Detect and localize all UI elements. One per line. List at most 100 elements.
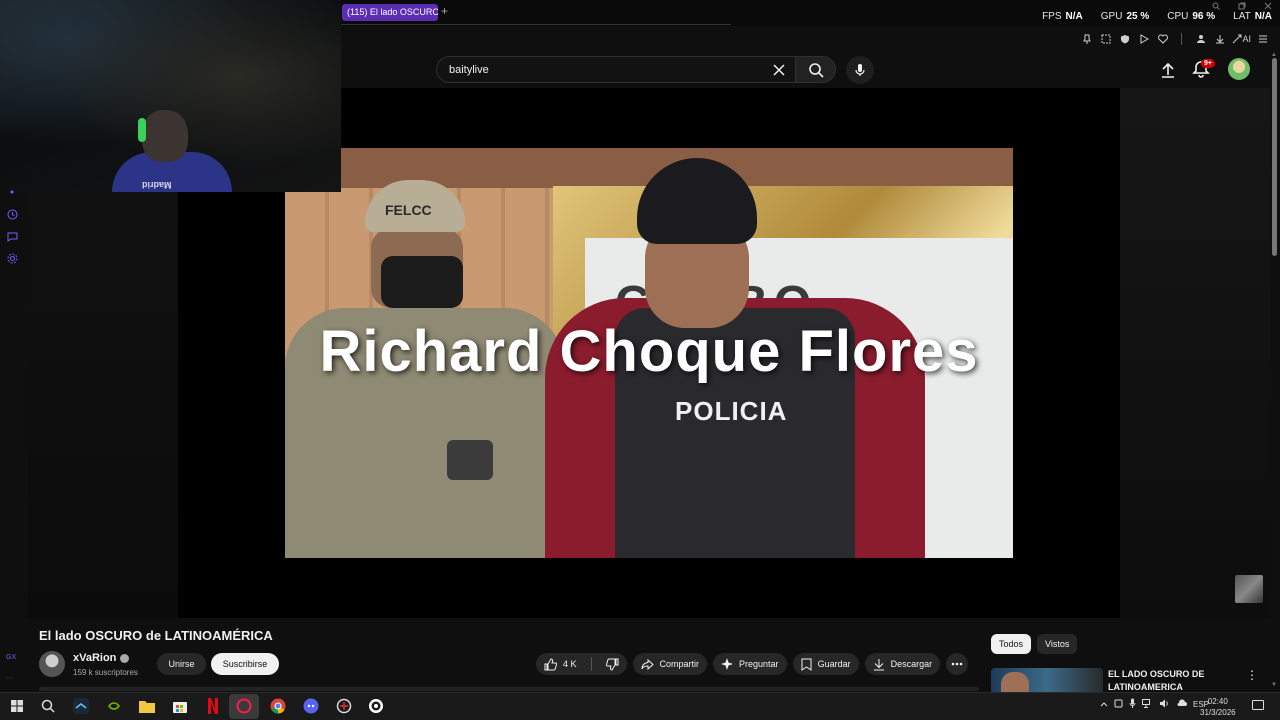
system-tray: ESP (1100, 698, 1209, 710)
fps-readout: FPS N/A (1042, 11, 1083, 22)
screen: Madrid (115) El lado OSCURO d + FPS N/A G… (0, 0, 1280, 720)
file-explorer-icon[interactable] (138, 697, 156, 715)
settings-gear-icon[interactable] (6, 252, 18, 264)
save-label: Guardar (817, 659, 851, 669)
ai-icon[interactable]: AI (1232, 32, 1251, 46)
save-button[interactable]: Guardar (792, 653, 859, 675)
close-window-icon[interactable] (1264, 2, 1272, 13)
rail-dot-icon[interactable] (6, 186, 18, 198)
tray-volume-icon[interactable] (1159, 699, 1170, 710)
taskbar-search-icon[interactable] (39, 697, 57, 715)
discord-icon[interactable] (302, 697, 320, 715)
chip-all[interactable]: Todos (991, 634, 1032, 654)
new-tab-button[interactable]: + (441, 4, 448, 18)
download-button[interactable]: Descargar (864, 653, 941, 675)
notification-count-badge: 9+ (1201, 59, 1215, 68)
tray-mic-icon[interactable] (1129, 698, 1136, 710)
recommendation-filters: Todos Vistos (991, 634, 1078, 654)
channel-name[interactable]: xVaRion (73, 652, 130, 664)
share-button[interactable]: Compartir (632, 653, 708, 675)
scrollbar-thumb[interactable] (1272, 58, 1277, 256)
tray-cloud-icon[interactable] (1176, 699, 1187, 709)
clock-icon[interactable] (6, 208, 18, 220)
profile-icon[interactable] (1194, 32, 1208, 46)
vest-text: POLICIA (675, 396, 788, 426)
officer-mask (381, 256, 463, 308)
thumbs-down-icon (605, 658, 619, 671)
channel-name-text[interactable]: xVaRion (73, 652, 116, 664)
share-icon (641, 658, 654, 670)
heart-icon[interactable] (1156, 32, 1170, 46)
rail-more-icon[interactable]: ··· (6, 675, 16, 682)
restore-window-icon[interactable] (1238, 2, 1246, 13)
subscriber-count: 159 k suscriptores (73, 668, 138, 677)
window-controls (1212, 2, 1272, 13)
opera-gx-icon[interactable] (235, 697, 253, 715)
chip-watched[interactable]: Vistos (1037, 634, 1078, 654)
obs-icon[interactable] (367, 697, 385, 715)
gx-label[interactable]: GX (6, 654, 16, 661)
account-avatar[interactable] (1228, 58, 1250, 80)
search-button[interactable] (796, 56, 836, 83)
pin-icon[interactable] (1080, 32, 1094, 46)
clear-search-icon[interactable] (769, 60, 789, 80)
verified-icon (120, 653, 130, 663)
more-horizontal-icon (951, 662, 963, 666)
chat-icon[interactable] (6, 230, 18, 242)
tab-underline (341, 24, 731, 25)
nvidia-icon[interactable] (105, 697, 123, 715)
like-button[interactable]: 4 K (536, 653, 585, 675)
chrome-icon[interactable] (269, 697, 287, 715)
search-input[interactable] (437, 57, 737, 82)
upload-icon[interactable] (1158, 60, 1178, 80)
tray-app-icon[interactable] (1114, 699, 1123, 710)
recommendation-title[interactable]: EL LADO OSCURO DE LATINOAMERICA (1108, 668, 1238, 694)
video-actions: 4 K Compartir Preguntar Guardar Descarga… (536, 653, 969, 675)
separator-icon (1175, 32, 1189, 46)
recommendation-menu-icon[interactable]: ⋮ (1246, 668, 1258, 682)
clock-date: 31/3/2026 (1200, 708, 1236, 717)
download-arrow-icon (873, 658, 884, 670)
channel-avatar[interactable] (39, 651, 65, 677)
screenshot-icon[interactable] (1099, 32, 1113, 46)
headset-icon (138, 118, 146, 142)
search-icon (808, 62, 824, 78)
thumbs-up-icon (544, 657, 557, 670)
app-icon[interactable] (335, 697, 353, 715)
netflix-icon[interactable] (204, 697, 222, 715)
ask-button[interactable]: Preguntar (713, 653, 787, 675)
more-actions-button[interactable] (946, 653, 969, 675)
video-frame[interactable]: CIA BO FELCC POLICIA Richard Choque Flor… (285, 148, 1013, 558)
ai-label: AI (1242, 34, 1251, 44)
notification-center-icon[interactable] (1252, 700, 1264, 710)
like-count: 4 K (563, 659, 577, 669)
webcam-overlay: Madrid (0, 0, 341, 192)
microphone-icon (855, 64, 865, 76)
like-dislike-group: 4 K (536, 653, 627, 675)
tray-network-icon[interactable] (1142, 698, 1153, 710)
steam-icon[interactable] (72, 697, 90, 715)
browser-tab-active[interactable]: (115) El lado OSCURO d (342, 4, 438, 21)
search-box (436, 56, 796, 83)
description-box-edge (39, 687, 979, 691)
left-rail-bottom: GX ··· (6, 654, 16, 682)
miniplayer-thumb[interactable] (1235, 575, 1263, 603)
search-overlay-icon[interactable] (1212, 2, 1220, 13)
scroll-down-icon[interactable]: ▼ (1271, 682, 1277, 688)
download-icon[interactable] (1213, 32, 1227, 46)
subscribe-button[interactable]: Suscribirse (211, 653, 279, 675)
store-icon[interactable] (171, 697, 189, 715)
join-button[interactable]: Unirse (157, 653, 206, 675)
shield-icon[interactable] (1118, 32, 1132, 46)
tray-chevron-icon[interactable] (1100, 700, 1108, 709)
officer-badge (447, 440, 493, 480)
windows-start-icon[interactable] (8, 697, 26, 715)
voice-search-button[interactable] (846, 56, 874, 84)
streamer: Madrid (112, 110, 232, 192)
system-clock[interactable]: 02:40 31/3/2026 (1200, 696, 1236, 718)
play-icon[interactable] (1137, 32, 1151, 46)
cpu-readout: CPU 96 % (1167, 11, 1216, 22)
dislike-button[interactable] (598, 653, 627, 675)
menu-icon[interactable] (1256, 32, 1270, 46)
sparkle-icon (721, 658, 734, 670)
